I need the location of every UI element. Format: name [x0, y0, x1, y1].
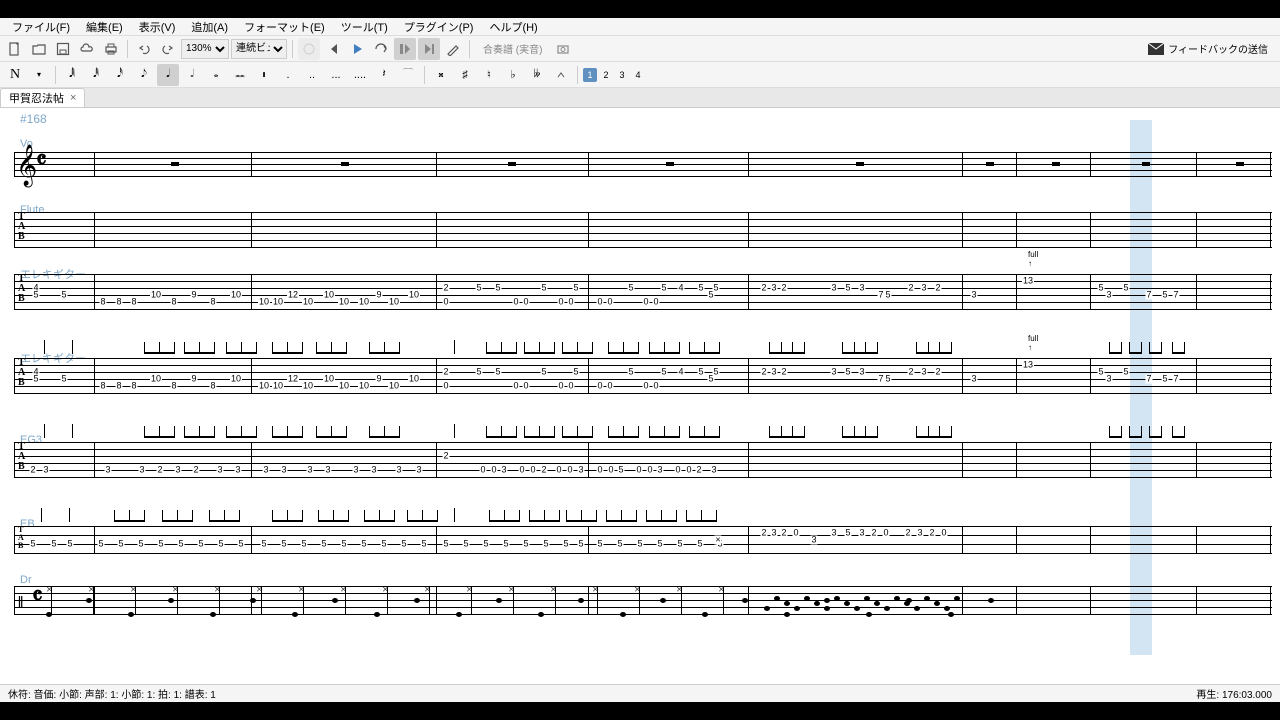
- new-file-icon[interactable]: [4, 38, 26, 60]
- feedback-label: フィードバックの送信: [1168, 41, 1268, 56]
- note-longa-icon[interactable]: 𝅛: [253, 64, 275, 86]
- dot2-icon[interactable]: ..: [301, 64, 323, 86]
- menu-bar: ファイル(F) 編集(E) 表示(V) 追加(A) フォーマット(E) ツール(…: [0, 18, 1280, 36]
- note-2-icon[interactable]: 𝅗𝅥: [181, 64, 203, 86]
- note-toolbar: N ▾ 𝅘𝅥𝅲 𝅘𝅥𝅱 𝅘𝅥𝅰 𝅘𝅥𝅮 𝅘𝅥 𝅗𝅥 𝅝 𝅜𝅜 𝅛 . .. ..…: [0, 62, 1280, 88]
- main-toolbar: 130% 連続ビュー 合奏譜 (実音) フィードバックの送信: [0, 36, 1280, 62]
- bend-full-marker: full↑: [1028, 250, 1038, 268]
- status-left: 休符: 音価: 小節: 声部: 1: 小節: 1: 拍: 1: 譜表: 1: [8, 686, 216, 701]
- audio-mode-label: 合奏譜 (実音): [483, 41, 542, 56]
- time-signature: 𝄴: [32, 584, 43, 611]
- double-flat-icon[interactable]: 𝄫: [526, 64, 548, 86]
- measure-number: #168: [20, 112, 47, 126]
- menu-view[interactable]: 表示(V): [131, 17, 184, 37]
- zoom-select[interactable]: 130%: [181, 39, 229, 59]
- undo-icon[interactable]: [133, 38, 155, 60]
- envelope-icon: [1148, 43, 1164, 55]
- flip-icon[interactable]: [550, 64, 572, 86]
- track-eb: EBTAB55555555555555555555555555555555555…: [6, 520, 1280, 562]
- menu-tools[interactable]: ツール(T): [333, 17, 396, 37]
- close-icon[interactable]: ×: [70, 92, 76, 104]
- natural-icon[interactable]: ♮: [478, 64, 500, 86]
- redo-icon[interactable]: [157, 38, 179, 60]
- status-right: 再生: 176:03.000: [1196, 686, 1272, 701]
- cloud-icon[interactable]: [76, 38, 98, 60]
- feedback-button[interactable]: フィードバックの送信: [1148, 41, 1268, 56]
- edit-icon[interactable]: [442, 38, 464, 60]
- track-エレキギター: エレキギターTAB4558881089810101012101010109101…: [6, 352, 1280, 422]
- dot4-icon[interactable]: ....: [349, 64, 371, 86]
- tie-icon[interactable]: ⁀: [397, 64, 419, 86]
- menu-format[interactable]: フォーマット(E): [236, 17, 333, 37]
- time-signature: 𝄴: [36, 148, 47, 175]
- camera-icon[interactable]: [552, 38, 574, 60]
- track-eg3: EG3TAB2333232333333333320030020030050030…: [6, 436, 1280, 506]
- voice-3-button[interactable]: 3: [615, 68, 629, 82]
- sharp-icon[interactable]: ♯: [454, 64, 476, 86]
- document-tab-label: 甲賀忍法帖: [9, 90, 64, 106]
- note-breve-icon[interactable]: 𝅜𝅜: [229, 64, 251, 86]
- print-icon[interactable]: [100, 38, 122, 60]
- loop-icon[interactable]: [370, 38, 392, 60]
- dot-icon[interactable]: .: [277, 64, 299, 86]
- accidental-x-icon[interactable]: 𝄪: [430, 64, 452, 86]
- track-flute: FluteTAB: [6, 206, 1280, 254]
- open-folder-icon[interactable]: [28, 38, 50, 60]
- metronome-icon[interactable]: [298, 38, 320, 60]
- repeat-play-icon[interactable]: [394, 38, 416, 60]
- save-icon[interactable]: [52, 38, 74, 60]
- chevron-down-icon[interactable]: ▾: [28, 64, 50, 86]
- note-8-icon[interactable]: 𝅘𝅥𝅮: [133, 64, 155, 86]
- note-64-icon[interactable]: 𝅘𝅥𝅲: [61, 64, 83, 86]
- note-input-icon[interactable]: N: [4, 64, 26, 86]
- note-16-icon[interactable]: 𝅘𝅥𝅰: [109, 64, 131, 86]
- menu-add[interactable]: 追加(A): [183, 17, 236, 37]
- play-icon[interactable]: [346, 38, 368, 60]
- skip-end-icon[interactable]: [418, 38, 440, 60]
- bend-full-marker: full↑: [1028, 334, 1038, 352]
- document-tab[interactable]: 甲賀忍法帖 ×: [0, 88, 85, 107]
- percussion-clef-icon: ‖: [18, 594, 19, 612]
- menu-plugins[interactable]: プラグイン(P): [396, 17, 482, 37]
- menu-file[interactable]: ファイル(F): [4, 17, 78, 37]
- view-select[interactable]: 連続ビュー: [231, 39, 287, 59]
- voice-4-button[interactable]: 4: [631, 68, 645, 82]
- score-viewport[interactable]: #168 Vo𝄞𝄴 FluteTAB エレキギターTAB45588810898101…: [0, 108, 1280, 684]
- track-dr: Dr‖𝄴×××××××××××××××××: [6, 576, 1280, 632]
- treble-clef-icon: 𝄞: [16, 144, 37, 187]
- rewind-icon[interactable]: [322, 38, 344, 60]
- menu-edit[interactable]: 編集(E): [78, 17, 131, 37]
- track-エレキギター: エレキギターTAB4558881089810101012101010109101…: [6, 268, 1280, 338]
- note-32-icon[interactable]: 𝅘𝅥𝅱: [85, 64, 107, 86]
- track-vo: Vo𝄞𝄴: [6, 140, 1280, 192]
- document-tabs: 甲賀忍法帖 ×: [0, 88, 1280, 108]
- voice-2-button[interactable]: 2: [599, 68, 613, 82]
- flat-icon[interactable]: ♭: [502, 64, 524, 86]
- rest-icon[interactable]: 𝄽: [373, 64, 395, 86]
- note-1-icon[interactable]: 𝅝: [205, 64, 227, 86]
- dot3-icon[interactable]: ...: [325, 64, 347, 86]
- voice-1-button[interactable]: 1: [583, 68, 597, 82]
- status-bar: 休符: 音価: 小節: 声部: 1: 小節: 1: 拍: 1: 譜表: 1 再生…: [0, 684, 1280, 702]
- note-4-icon[interactable]: 𝅘𝅥: [157, 64, 179, 86]
- menu-help[interactable]: ヘルプ(H): [481, 17, 545, 37]
